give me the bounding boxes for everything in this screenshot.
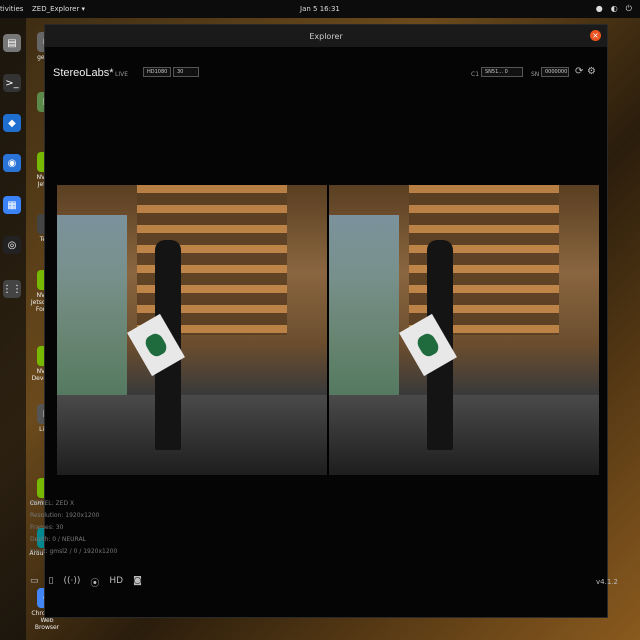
settings-icon[interactable]: ⚙ — [587, 66, 596, 77]
camera-select[interactable]: SN51... 0 — [481, 67, 523, 77]
system-top-bar: tivities ZED_Explorer ▾ Jan 5 16:31 ● ◐ … — [0, 0, 640, 18]
volume-icon[interactable]: ◐ — [611, 4, 618, 14]
window-titlebar[interactable]: Explorer × — [45, 25, 607, 47]
camera-icon[interactable]: ◙ — [133, 576, 142, 589]
stereo-video-viewer[interactable] — [57, 185, 599, 475]
info-line: Resolution: 1920x1200 — [30, 512, 100, 519]
atrium-floor — [57, 395, 327, 475]
window-title: Explorer — [309, 32, 343, 41]
folder-icon[interactable]: ▭ — [30, 576, 39, 589]
glass-wall — [57, 215, 127, 395]
left-camera-frame — [57, 185, 327, 475]
app-menu[interactable]: ZED_Explorer ▾ — [32, 5, 85, 13]
activities-button[interactable]: tivities — [0, 5, 23, 13]
glass-wall — [329, 215, 399, 395]
info-line: Input: gmsl2 / 0 / 1920x1200 — [30, 548, 118, 555]
vscode-icon[interactable]: ◆ — [3, 114, 21, 132]
resolution-select[interactable]: HD1080 — [143, 67, 171, 77]
terminal-icon[interactable]: >_ — [3, 74, 21, 92]
network-icon[interactable]: ● — [596, 4, 603, 14]
power-icon[interactable]: ⏻ — [626, 4, 632, 14]
wireless-icon[interactable]: ((·)) — [63, 576, 80, 589]
explorer-window: Explorer × StereoLabs* LIVE HD1080 30 C1… — [44, 24, 608, 618]
stereolabs-logo: StereoLabs* — [53, 67, 114, 79]
camera-info-panel: MODEL: ZED X Resolution: 1920x1200 Frame… — [30, 498, 117, 558]
clock[interactable]: Jan 5 16:31 — [300, 5, 340, 13]
file-icon[interactable]: ▯ — [49, 576, 54, 589]
serial-label: SN — [531, 71, 540, 78]
info-line: Depth: 0 / NEURAL — [30, 536, 86, 543]
obs-icon[interactable]: ◎ — [3, 236, 21, 254]
camera-label: C1 — [471, 71, 480, 78]
files-icon[interactable]: ▤ — [3, 34, 21, 52]
fps-select[interactable]: 30 — [173, 67, 199, 77]
bottom-toolbar: ▭ ▯ ((·)) ⦿ HD ◙ — [30, 576, 142, 589]
toolbar: StereoLabs* LIVE HD1080 30 C1 SN51... 0 … — [53, 63, 599, 85]
app-blue-icon[interactable]: ◉ — [3, 154, 21, 172]
serial-field[interactable]: 0000000 — [541, 67, 569, 77]
refresh-icon[interactable]: ⟳ — [575, 66, 583, 77]
atrium-floor — [329, 395, 599, 475]
right-camera-frame — [329, 185, 599, 475]
system-tray[interactable]: ● ◐ ⏻ — [596, 4, 632, 14]
rec-icon[interactable]: ⦿ — [90, 576, 99, 589]
app-grid-icon[interactable]: ⋮⋮ — [2, 280, 22, 298]
info-line: Frames: 30 — [30, 524, 64, 531]
dock: ▤ >_ ◆ ◉ ▦ ◎ ⋮⋮ — [0, 18, 26, 640]
hd-icon[interactable]: HD — [109, 576, 123, 589]
version-label: v4.1.2 — [596, 578, 618, 586]
info-line: MODEL: ZED X — [30, 500, 75, 507]
docs-icon[interactable]: ▦ — [3, 196, 21, 214]
mode-label: LIVE — [115, 71, 129, 78]
close-icon[interactable]: × — [590, 30, 601, 41]
